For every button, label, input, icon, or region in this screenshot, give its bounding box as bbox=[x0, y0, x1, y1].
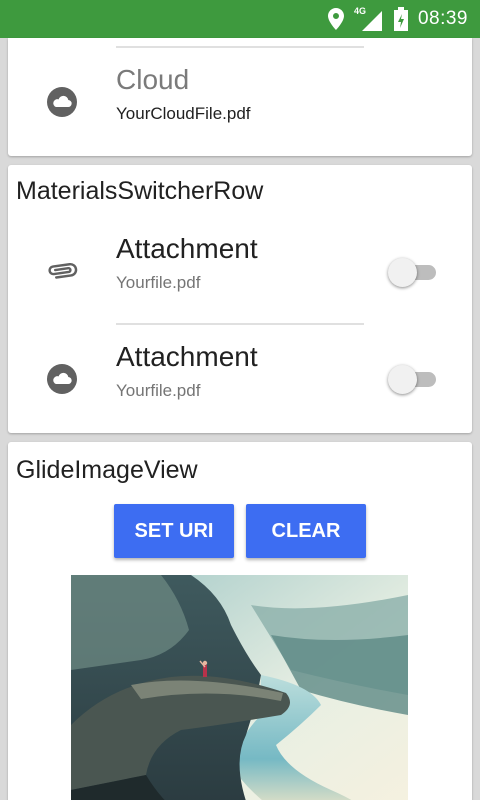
cloud-icon bbox=[46, 86, 78, 118]
cloud-file-card: Cloud YourCloudFile.pdf bbox=[8, 38, 472, 156]
attachment-toggle-2[interactable] bbox=[386, 364, 440, 394]
switch-row-2-title: Attachment bbox=[116, 341, 258, 372]
switch-row-1-title: Attachment bbox=[116, 233, 258, 264]
clock: 08:39 bbox=[417, 8, 468, 29]
switcher-card: MaterialsSwitcherRow Attachment Yourfile… bbox=[8, 165, 472, 433]
attachment-toggle-1[interactable] bbox=[386, 257, 440, 287]
status-bar: 4G 08:39 bbox=[0, 0, 480, 38]
location-icon bbox=[327, 8, 344, 30]
cloud-file-name: YourCloudFile.pdf bbox=[116, 104, 251, 123]
glide-image bbox=[71, 575, 408, 800]
switcher-card-heading: MaterialsSwitcherRow bbox=[16, 177, 264, 205]
row-divider bbox=[116, 46, 364, 48]
row-divider bbox=[116, 323, 364, 325]
switch-row-2-file: Yourfile.pdf bbox=[116, 381, 201, 400]
battery-icon bbox=[393, 7, 408, 31]
glide-card-heading: GlideImageView bbox=[16, 456, 198, 484]
glide-image-card: GlideImageView SET URI CLEAR bbox=[8, 442, 472, 800]
clear-button[interactable]: CLEAR bbox=[246, 504, 366, 558]
switch-row-1-file: Yourfile.pdf bbox=[116, 273, 201, 292]
paperclip-icon bbox=[46, 255, 78, 287]
signal-icon: 4G bbox=[354, 6, 384, 31]
set-uri-button[interactable]: SET URI bbox=[114, 504, 234, 558]
toggle-thumb bbox=[388, 365, 417, 394]
cloud-icon bbox=[46, 363, 78, 395]
toggle-thumb bbox=[388, 258, 417, 287]
cloud-title: Cloud bbox=[116, 64, 190, 95]
